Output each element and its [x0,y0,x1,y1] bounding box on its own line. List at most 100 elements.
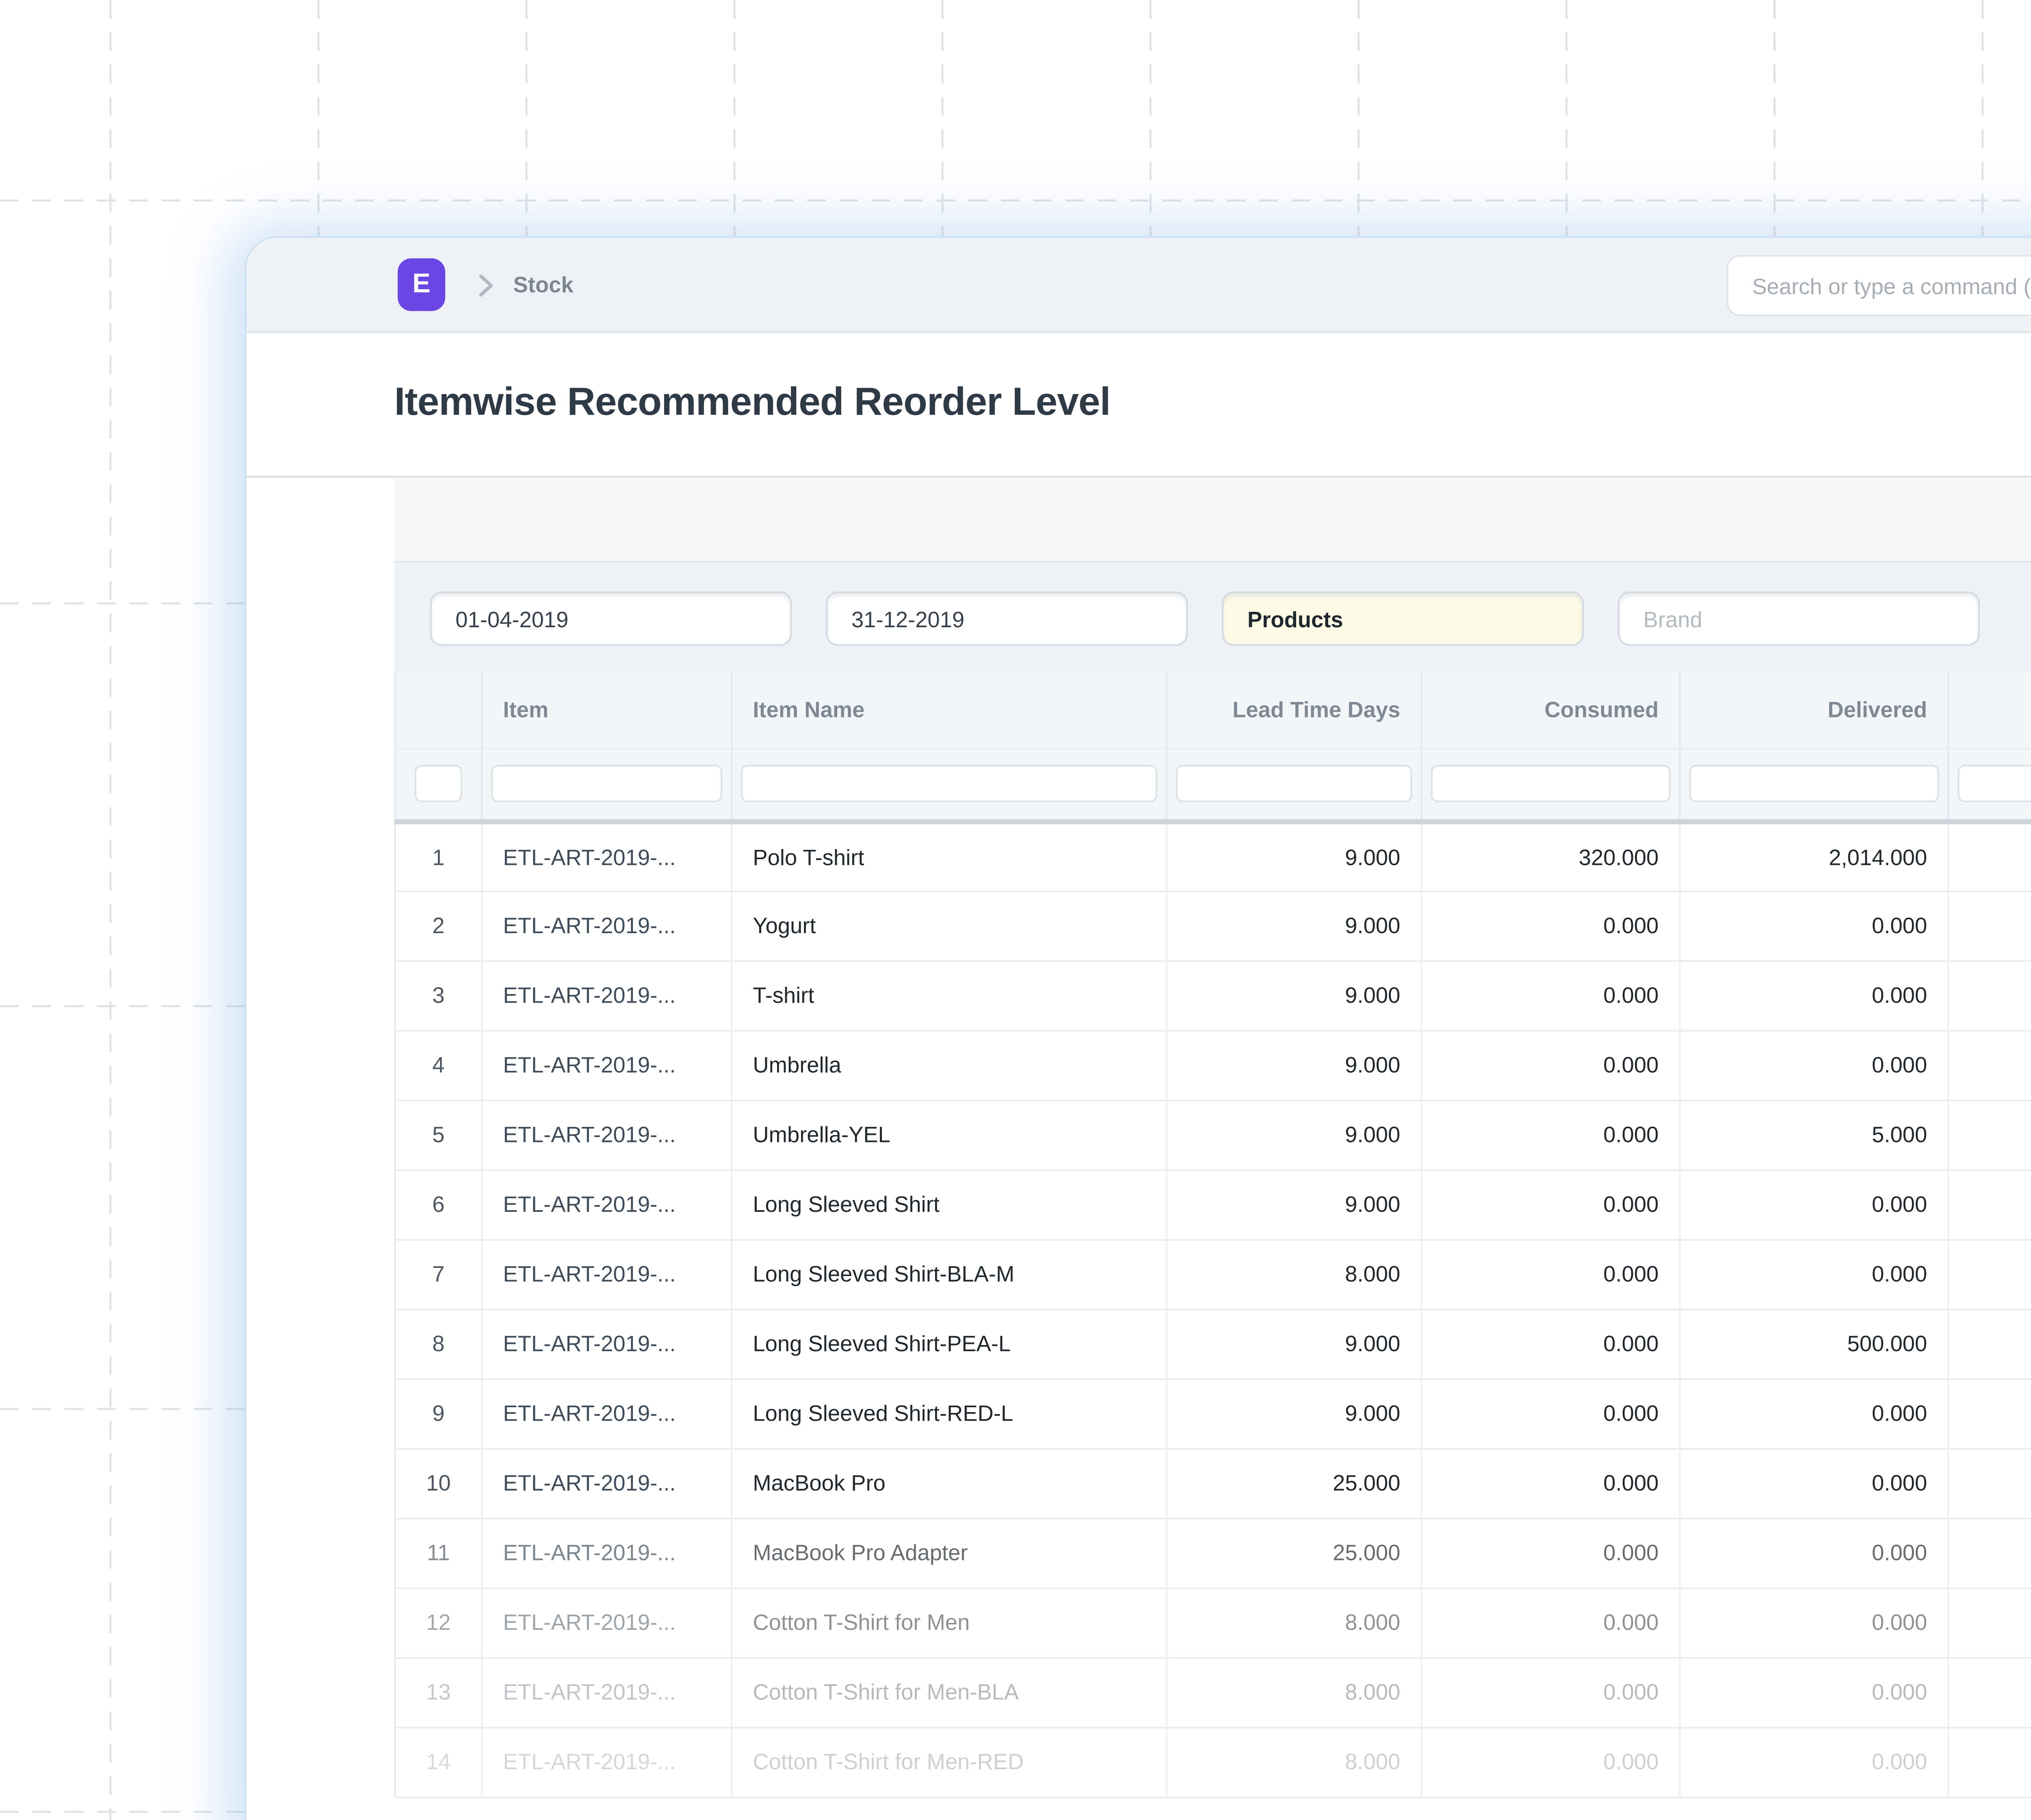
table-row[interactable]: 12 ETL-ART-2019-... Cotton T-Shirt for M… [395,1588,2031,1658]
table-row[interactable]: 8 ETL-ART-2019-... Long Sleeved Shirt-PE… [395,1309,2031,1378]
consumed-value: 0.000 [1603,1400,1659,1426]
item-name: Long Sleeved Shirt-BLA-M [753,1261,1014,1287]
row-index: 12 [426,1610,451,1635]
table-row[interactable]: 9 ETL-ART-2019-... Long Sleeved Shirt-RE… [395,1378,2031,1448]
consumed-value: 0.000 [1603,1122,1659,1147]
item-name-column-filter-input[interactable] [741,765,1157,802]
consumed-value: 0.000 [1603,1470,1659,1496]
lead-time-days-value: 9.000 [1345,1192,1400,1217]
item-name: Yogurt [753,913,816,938]
table-header-row: Item Item Name Lead Time Days Consumed D… [395,672,2031,748]
row-index: 14 [426,1749,451,1774]
row-index: 7 [432,1261,444,1287]
col-header-delivered[interactable]: Delivered [1680,672,1949,748]
col-header-item[interactable]: Item [482,672,732,748]
table-row[interactable]: 6 ETL-ART-2019-... Long Sleeved Shirt 9.… [395,1169,2031,1239]
table-row[interactable]: 11 ETL-ART-2019-... MacBook Pro Adapter … [395,1518,2031,1588]
lead-time-days-value: 9.000 [1345,1400,1400,1426]
item-name: T-shirt [753,982,814,1008]
breadcrumb-chevron-icon [478,274,495,306]
table-row[interactable]: 1 ETL-ART-2019-... Polo T-shirt 9.000 32… [395,821,2031,891]
total-outgoing-column-filter-input[interactable] [1958,765,2031,802]
item-name: Umbrella [753,1052,841,1078]
consumed-column-filter-input[interactable] [1431,765,1671,802]
row-index: 9 [432,1400,444,1426]
consumed-value: 0.000 [1603,913,1659,938]
breadcrumb-stock[interactable]: Stock [513,272,573,297]
table-row[interactable]: 13 ETL-ART-2019-... Cotton T-Shirt for M… [395,1657,2031,1727]
item-code: ETL-ART-2019-... [503,844,676,869]
consumed-value: 0.000 [1603,982,1659,1008]
item-name: MacBook Pro Adapter [753,1540,968,1565]
lead-time-days-value: 9.000 [1345,1331,1400,1356]
table-row[interactable]: 5 ETL-ART-2019-... Umbrella-YEL 9.000 0.… [395,1100,2031,1170]
table-row[interactable]: 3 ETL-ART-2019-... T-shirt 9.000 0.000 0… [395,960,2031,1030]
row-index: 13 [426,1679,451,1705]
item-column-filter-input[interactable] [491,765,722,802]
item-code: ETL-ART-2019-... [503,1261,676,1287]
delivered-value: 0.000 [1872,1261,1927,1287]
delivered-value: 0.000 [1872,1679,1927,1705]
item-name: Long Sleeved Shirt-RED-L [753,1400,1013,1426]
item-name: Umbrella-YEL [753,1122,890,1147]
item-code: ETL-ART-2019-... [503,1122,676,1147]
lead-time-days-value: 8.000 [1345,1749,1400,1774]
table-row[interactable]: 10 ETL-ART-2019-... MacBook Pro 25.000 0… [395,1448,2031,1518]
item-code: ETL-ART-2019-... [503,1400,676,1426]
global-search [1727,255,2031,316]
lead-time-days-value: 9.000 [1345,913,1400,938]
delivered-value: 5.000 [1872,1122,1927,1147]
col-header-item-name[interactable]: Item Name [732,672,1167,748]
screen: E Stock A Settings Itemwise Recommended … [0,0,2031,1820]
row-index: 1 [432,844,444,869]
consumed-value: 0.000 [1603,1052,1659,1078]
col-header-consumed[interactable]: Consumed [1422,672,1680,748]
item-code: ETL-ART-2019-... [503,1610,676,1635]
consumed-value: 0.000 [1603,1610,1659,1635]
lead-time-days-value: 8.000 [1345,1679,1400,1705]
from-date-filter[interactable] [430,592,792,646]
item-code: ETL-ART-2019-... [503,982,676,1008]
col-header-total-outgoing[interactable]: Total Outgoing [1949,672,2031,748]
report-content: S It [247,478,2031,1819]
row-index: 3 [432,982,444,1008]
lead-time-days-value: 9.000 [1345,844,1400,869]
consumed-value: 0.000 [1603,1679,1659,1705]
search-input[interactable] [1727,255,2031,316]
row-index: 11 [427,1540,450,1565]
to-date-filter[interactable] [826,592,1188,646]
item-code: ETL-ART-2019-... [503,1192,676,1217]
lead-time-days-value: 25.000 [1333,1540,1400,1565]
delivered-value: 0.000 [1872,1052,1927,1078]
consumed-value: 0.000 [1603,1331,1659,1356]
delivered-value: 0.000 [1872,1540,1927,1565]
delivered-value: 0.000 [1872,1470,1927,1496]
item-name: Polo T-shirt [753,844,864,869]
table-row[interactable]: 2 ETL-ART-2019-... Yogurt 9.000 0.000 0.… [395,890,2031,960]
app-logo[interactable]: E [398,258,445,311]
item-code: ETL-ART-2019-... [503,1052,676,1078]
item-code: ETL-ART-2019-... [503,1540,676,1565]
item-code: ETL-ART-2019-... [503,913,676,938]
item-name: Cotton T-Shirt for Men-BLA [753,1679,1019,1705]
lead-time-days-value: 25.000 [1333,1470,1400,1496]
delivered-value: 0.000 [1872,1400,1927,1426]
item-name: Cotton T-Shirt for Men-RED [753,1749,1024,1774]
app-window: E Stock A Settings Itemwise Recommended … [247,238,2031,1820]
table-row[interactable]: 4 ETL-ART-2019-... Umbrella 9.000 0.000 … [395,1030,2031,1100]
delivered-column-filter-input[interactable] [1689,765,1939,802]
navbar: E Stock A Settings [247,238,2031,333]
col-header-lead-time-days[interactable]: Lead Time Days [1167,672,1422,748]
col-header-index [395,672,482,748]
row-select-box[interactable] [415,765,462,802]
delivered-value: 0.000 [1872,913,1927,938]
item-name: Long Sleeved Shirt [753,1192,940,1217]
item-group-filter[interactable] [1222,592,1584,646]
report-table: Item Item Name Lead Time Days Consumed D… [394,672,2031,1798]
lead-time-column-filter-input[interactable] [1176,765,1412,802]
row-index: 8 [432,1331,444,1356]
table-row[interactable]: 7 ETL-ART-2019-... Long Sleeved Shirt-BL… [395,1239,2031,1309]
table-row[interactable]: 14 ETL-ART-2019-... Cotton T-Shirt for M… [395,1727,2031,1797]
lead-time-days-value: 8.000 [1345,1261,1400,1287]
brand-filter[interactable] [1618,592,1980,646]
